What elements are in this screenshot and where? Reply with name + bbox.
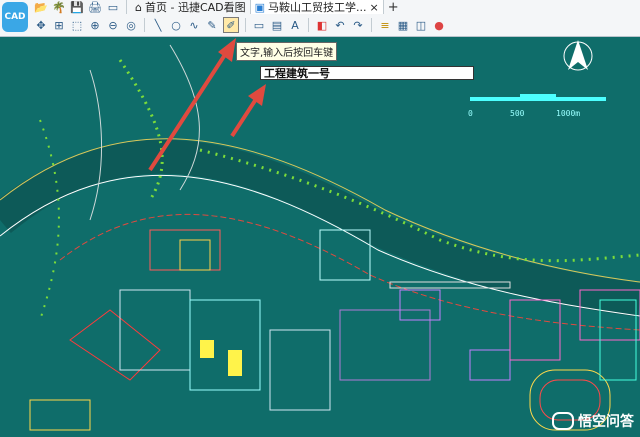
divider	[126, 0, 127, 14]
close-tab-icon[interactable]: ×	[370, 1, 379, 14]
divider	[371, 18, 372, 32]
watermark: 悟空问答	[552, 411, 634, 431]
zoom-out-icon[interactable]: ⊖	[106, 18, 120, 32]
scale-label-1000: 1000m	[556, 109, 581, 118]
divider	[308, 18, 309, 32]
zoom-extents-icon[interactable]: ⊞	[52, 18, 66, 32]
text-input-field[interactable]: 工程建筑一号	[260, 66, 474, 80]
undo-icon[interactable]: ↶	[333, 18, 347, 32]
redo-icon[interactable]: ↷	[351, 18, 365, 32]
window-icon[interactable]: ▭	[106, 0, 120, 14]
scale-label-0: 0	[468, 109, 473, 118]
print-icon[interactable]: 🖨	[88, 0, 102, 14]
block-icon[interactable]: ▦	[396, 18, 410, 32]
tab-drawing[interactable]: ▣ 马鞍山工贸技工学... ×	[250, 0, 384, 14]
app-toolbar: CAD 📂 🌴 💾 🖨 ▭ ⌂ 首页 - 迅捷CAD看图 ▣ 马鞍山工贸技工学...…	[0, 0, 640, 37]
measure-icon[interactable]: ▤	[270, 18, 284, 32]
color-wheel-icon[interactable]: ●	[432, 18, 446, 32]
tab-home-label: 首页 - 迅捷CAD看图	[144, 1, 246, 14]
zoom-fit-icon[interactable]: ◎	[124, 18, 138, 32]
save-icon[interactable]: 💾	[70, 0, 84, 14]
eraser-icon[interactable]: ◧	[315, 18, 329, 32]
circle-icon[interactable]: ○	[169, 18, 183, 32]
scale-label-500: 500	[510, 109, 525, 118]
toolbar-row-tools: ✥ ⊞ ⬚ ⊕ ⊖ ◎ ╲ ○ ∿ ✎ ✐ ▭ ▤ A ◧ ↶ ↷ ≡ ▦ ◫ …	[32, 16, 448, 34]
drawing-icon: ▣	[254, 0, 266, 14]
tooltip: 文字,输入后按回车键	[236, 42, 338, 61]
cad-drawing-canvas[interactable]	[0, 37, 640, 437]
text-tool-icon[interactable]: ✐	[223, 17, 239, 33]
zoom-in-icon[interactable]: ⊕	[88, 18, 102, 32]
text-a-icon[interactable]: A	[288, 18, 302, 32]
app-logo: CAD	[2, 2, 28, 32]
zoom-window-icon[interactable]: ⬚	[70, 18, 84, 32]
wukong-logo-icon	[552, 412, 574, 430]
palm-icon[interactable]: 🌴	[52, 0, 66, 14]
curve-icon[interactable]: ∿	[187, 18, 201, 32]
home-icon: ⌂	[135, 0, 142, 14]
divider	[144, 18, 145, 32]
watermark-text: 悟空问答	[578, 414, 634, 430]
divider	[245, 18, 246, 32]
folder-icon[interactable]: 📂	[34, 0, 48, 14]
tab-drawing-label: 马鞍山工贸技工学...	[268, 1, 367, 14]
toolbar-row-top: 📂 🌴 💾 🖨 ▭ ⌂ 首页 - 迅捷CAD看图 ▣ 马鞍山工贸技工学... × +	[32, 0, 403, 15]
pencil-icon[interactable]: ✎	[205, 18, 219, 32]
tab-home[interactable]: ⌂ 首页 - 迅捷CAD看图	[131, 0, 251, 14]
line-icon[interactable]: ╲	[151, 18, 165, 32]
3d-icon[interactable]: ◫	[414, 18, 428, 32]
layer-icon[interactable]: ≡	[378, 18, 392, 32]
new-tab-button[interactable]: +	[384, 0, 403, 15]
rect-icon[interactable]: ▭	[252, 18, 266, 32]
pan-icon[interactable]: ✥	[34, 18, 48, 32]
